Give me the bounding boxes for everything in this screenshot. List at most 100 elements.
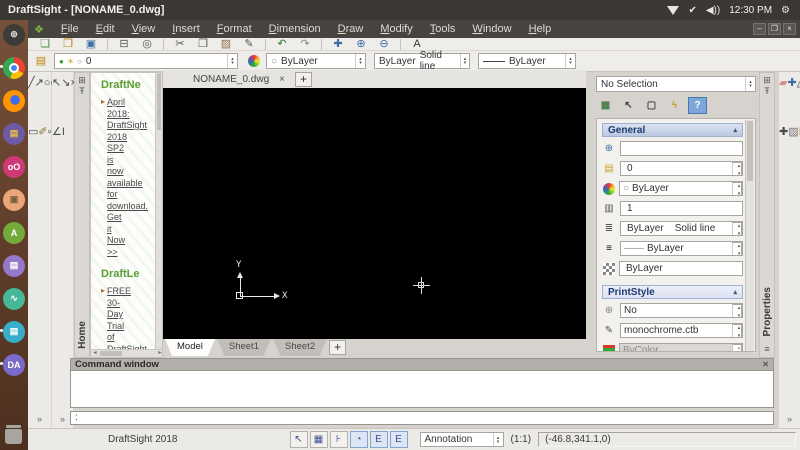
- ortho-button[interactable]: ⊦: [330, 431, 348, 448]
- trial-item-text[interactable]: FREE 30- Day Trial of DraftSight Profess…: [107, 286, 155, 358]
- redo-icon[interactable]: ↷: [298, 38, 312, 50]
- toolbar-overflow-chevron[interactable]: »: [787, 414, 792, 424]
- separator[interactable]: [265, 39, 266, 50]
- lineweight-combo-spinner[interactable]: [565, 54, 575, 68]
- linestyle-combo-spinner[interactable]: [460, 54, 469, 68]
- pin-icon[interactable]: Ŧ: [764, 86, 770, 97]
- angle-measure-icon[interactable]: ∠: [52, 126, 62, 138]
- menu-help[interactable]: Help: [529, 23, 552, 35]
- move-tool-icon[interactable]: ✚: [787, 77, 796, 89]
- selection-box-tool-icon[interactable]: ▫: [48, 126, 52, 138]
- collapse-icon[interactable]: ▴: [733, 126, 737, 134]
- volume-icon[interactable]: ◀)): [706, 5, 720, 16]
- separator[interactable]: [107, 39, 108, 50]
- command-input-line[interactable]: :: [70, 411, 774, 425]
- zoom-out-icon[interactable]: ⊖: [377, 38, 391, 50]
- grid-button[interactable]: ▦: [310, 431, 328, 448]
- annotation-combo-spinner[interactable]: [493, 433, 503, 446]
- text-style-icon[interactable]: A: [410, 38, 424, 50]
- draftsight-icon[interactable]: DA: [2, 353, 26, 376]
- photos-icon[interactable]: ▣: [2, 188, 26, 211]
- separator[interactable]: [400, 39, 401, 50]
- home-tab-label[interactable]: Home: [77, 321, 88, 349]
- trash-icon[interactable]: [5, 429, 22, 444]
- print-icon[interactable]: ⊟: [117, 38, 131, 50]
- tab-close-icon[interactable]: ×: [279, 74, 285, 85]
- circle-tool-icon[interactable]: ○: [44, 77, 51, 89]
- pin-icon[interactable]: Ŧ: [79, 86, 85, 97]
- new-document-button[interactable]: +: [295, 72, 312, 87]
- polar-button[interactable]: ◔: [350, 431, 368, 448]
- pointer-snap-button[interactable]: ↖: [290, 431, 308, 448]
- menu-format[interactable]: Format: [217, 23, 252, 35]
- panel-options-icon[interactable]: ⊞: [78, 75, 86, 86]
- toolbar-overflow-chevron[interactable]: »: [37, 414, 42, 424]
- copy-icon[interactable]: ❐: [196, 38, 210, 50]
- menu-tools[interactable]: Tools: [430, 23, 456, 35]
- drawing-canvas[interactable]: Y X: [163, 88, 586, 339]
- printstyle-section-header[interactable]: PrintStyle ▴: [602, 285, 743, 299]
- panel-options-icon[interactable]: ⊞: [763, 75, 771, 86]
- entity-track-button[interactable]: E: [390, 431, 408, 448]
- general-section-header[interactable]: General ▴: [602, 123, 743, 137]
- android-studio-icon[interactable]: A: [2, 221, 26, 244]
- scroll-thumb[interactable]: [100, 351, 122, 356]
- select-cursor-icon[interactable]: ↖: [619, 97, 638, 114]
- add-sheet-button[interactable]: +: [329, 340, 346, 355]
- panel-menu-icon[interactable]: ≡: [764, 344, 769, 355]
- health-monitor-icon[interactable]: ∿: [2, 287, 26, 310]
- command-window-titlebar[interactable]: Command window ✕: [70, 358, 774, 371]
- firefox-icon[interactable]: [2, 89, 26, 112]
- line-tool-icon[interactable]: ╱: [28, 77, 35, 89]
- maximize-button[interactable]: ❐: [768, 23, 781, 35]
- menu-insert[interactable]: Insert: [172, 23, 200, 35]
- notes-app-icon[interactable]: ▤: [2, 320, 26, 343]
- cut-icon[interactable]: ✂: [173, 38, 187, 50]
- select-entities-icon[interactable]: ▢: [642, 97, 661, 114]
- selection-combo-spinner[interactable]: [745, 77, 755, 91]
- line-color-icon[interactable]: [248, 55, 260, 67]
- line-color-combo[interactable]: ○ ByLayer: [266, 53, 366, 69]
- polyline-tool-icon[interactable]: ↗: [35, 77, 44, 89]
- close-button[interactable]: ×: [783, 23, 796, 35]
- minimize-button[interactable]: –: [753, 23, 766, 35]
- quick-select-icon[interactable]: ϟ: [665, 97, 684, 114]
- format-painter-icon[interactable]: ✎: [242, 38, 256, 50]
- properties-scrollbar[interactable]: [745, 120, 754, 352]
- hatch-below-icon[interactable]: ▨: [788, 126, 798, 138]
- separator[interactable]: [163, 39, 164, 50]
- document-app-icon[interactable]: ▤: [2, 254, 26, 277]
- tab-sheet2[interactable]: Sheet2: [273, 339, 327, 356]
- new-file-icon[interactable]: ❏: [38, 38, 52, 50]
- menu-modify[interactable]: Modify: [380, 23, 412, 35]
- print-preview-icon[interactable]: ◎: [140, 38, 154, 50]
- layer-combo-spinner[interactable]: [227, 54, 237, 68]
- color-combo-spinner[interactable]: [355, 54, 365, 68]
- help-icon[interactable]: ?: [688, 97, 707, 114]
- open-file-icon[interactable]: ❒: [61, 38, 75, 50]
- document-tab[interactable]: NONAME_0.dwg ×: [163, 70, 295, 88]
- properties-tab-label[interactable]: Properties: [762, 287, 773, 336]
- ubuntu-dash-icon[interactable]: ⊚: [2, 23, 26, 46]
- line-weight-combo[interactable]: ByLayer: [478, 53, 576, 69]
- sketch-tool-icon[interactable]: ✐: [38, 126, 47, 138]
- scroll-right-arrow[interactable]: ▸: [156, 350, 163, 357]
- smart-dimension-icon[interactable]: ↖: [52, 77, 61, 89]
- undo-icon[interactable]: ↶: [275, 38, 289, 50]
- tab-sheet1[interactable]: Sheet1: [217, 339, 271, 356]
- clock[interactable]: 12:30 PM: [729, 5, 772, 16]
- media-player-icon[interactable]: oO: [2, 155, 26, 178]
- menu-draw[interactable]: Draw: [338, 23, 364, 35]
- save-icon[interactable]: ▣: [84, 38, 98, 50]
- line-style-combo[interactable]: ByLayer Solid line: [374, 53, 470, 69]
- paste-icon[interactable]: ▨: [219, 38, 233, 50]
- annotation-scale-combo[interactable]: Annotation: [420, 432, 504, 447]
- files-icon[interactable]: ▤: [2, 122, 26, 145]
- scroll-left-arrow[interactable]: ◂: [91, 350, 99, 357]
- separator[interactable]: [321, 39, 322, 50]
- layers-manager-icon[interactable]: ▤: [34, 55, 48, 67]
- zoom-in-icon[interactable]: ⊕: [354, 38, 368, 50]
- chrome-icon[interactable]: [2, 56, 26, 79]
- menu-window[interactable]: Window: [472, 23, 511, 35]
- match-properties-icon[interactable]: ▦: [596, 97, 615, 114]
